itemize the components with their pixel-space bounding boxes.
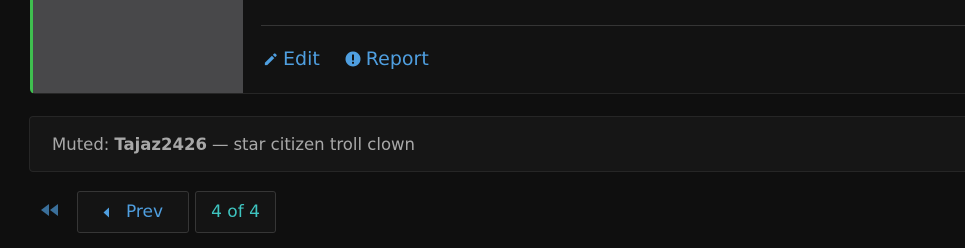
muted-prefix: Muted: xyxy=(52,134,110,154)
pagination: Prev 4 of 4 xyxy=(38,190,276,234)
edit-label: Edit xyxy=(283,48,320,70)
muted-separator: — xyxy=(211,134,229,154)
alert-circle-icon xyxy=(345,51,361,67)
muted-username[interactable]: Tajaz2426 xyxy=(114,135,207,154)
report-button[interactable]: Report xyxy=(345,48,429,70)
first-page-button[interactable] xyxy=(38,190,64,234)
muted-reason: star citizen troll clown xyxy=(233,134,415,154)
page-indicator: 4 of 4 xyxy=(195,191,276,233)
post-divider xyxy=(261,25,965,26)
prev-label: Prev xyxy=(125,202,164,222)
muted-notice: Muted: Tajaz2426 — star citizen troll cl… xyxy=(29,116,965,172)
pencil-icon xyxy=(263,52,278,67)
post-actions: Edit Report xyxy=(263,48,429,70)
prev-page-button[interactable]: Prev xyxy=(77,191,189,233)
caret-left-icon xyxy=(103,207,110,218)
report-label: Report xyxy=(365,48,429,70)
double-chevron-left-icon xyxy=(38,202,62,222)
post-container: Edit Report xyxy=(30,0,965,94)
edit-button[interactable]: Edit xyxy=(263,48,320,70)
post-user-panel xyxy=(33,0,243,93)
